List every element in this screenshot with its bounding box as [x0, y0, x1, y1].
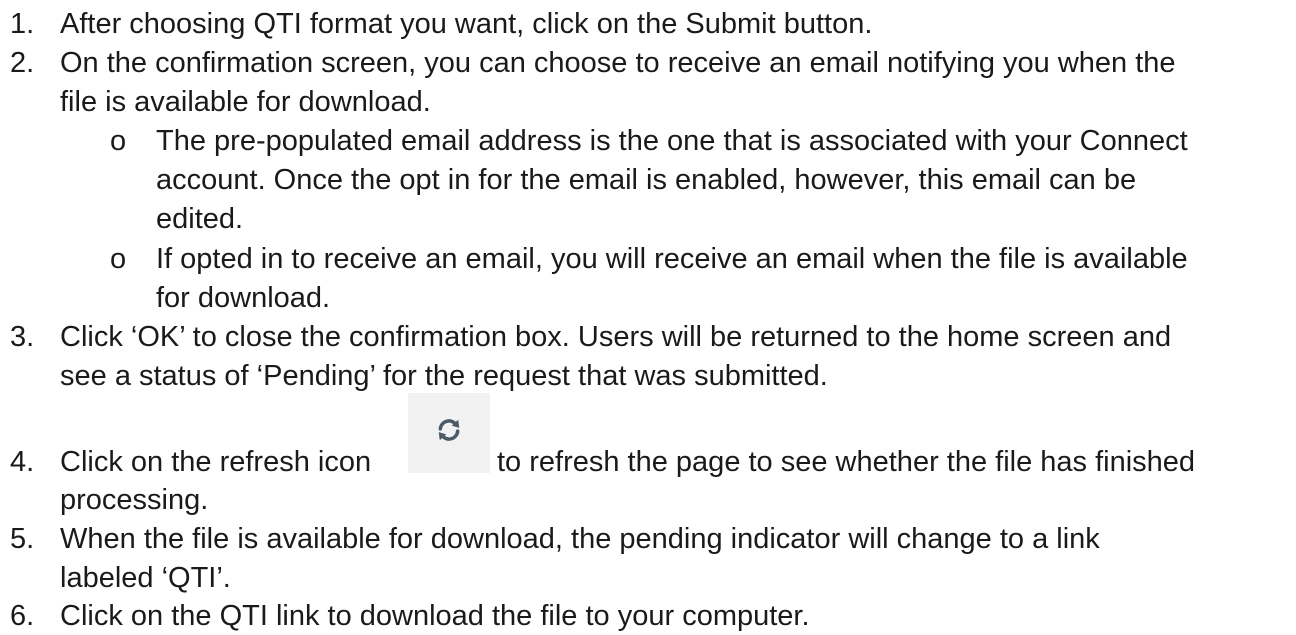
step-text: see a status of ‘Pending’ for the reques…	[60, 360, 828, 392]
step-text: to refresh the page to see whether the f…	[497, 446, 1196, 478]
step-number: 6.	[10, 600, 35, 632]
bullet-marker: o	[110, 125, 127, 157]
step-text: Click on the QTI link to download the fi…	[60, 600, 810, 632]
bullet-text: account. Once the opt in for the email i…	[156, 164, 1137, 196]
step-text: processing.	[60, 484, 209, 516]
step-number: 2.	[10, 47, 35, 79]
step-text: On the confirmation screen, you can choo…	[60, 47, 1176, 79]
bullet-text: The pre-populated email address is the o…	[156, 125, 1188, 157]
refresh-button[interactable]	[408, 393, 490, 473]
step-number: 1.	[10, 8, 35, 40]
bullet-text: for download.	[156, 282, 331, 314]
step-text: file is available for download.	[60, 86, 431, 118]
step-text: Click on the refresh icon	[60, 446, 372, 478]
step-text: After choosing QTI format you want, clic…	[60, 8, 873, 40]
step-text: When the file is available for download,…	[60, 523, 1100, 555]
step-text: Click ‘OK’ to close the confirmation box…	[60, 321, 1172, 353]
step-number: 4.	[10, 446, 35, 478]
bullet-marker: o	[110, 243, 127, 275]
step-text: labeled ‘QTI’.	[60, 562, 231, 594]
step-number: 3.	[10, 321, 35, 353]
refresh-icon	[438, 419, 460, 441]
bullet-text: If opted in to receive an email, you wil…	[156, 243, 1188, 275]
step-number: 5.	[10, 523, 35, 555]
bullet-text: edited.	[156, 203, 244, 235]
